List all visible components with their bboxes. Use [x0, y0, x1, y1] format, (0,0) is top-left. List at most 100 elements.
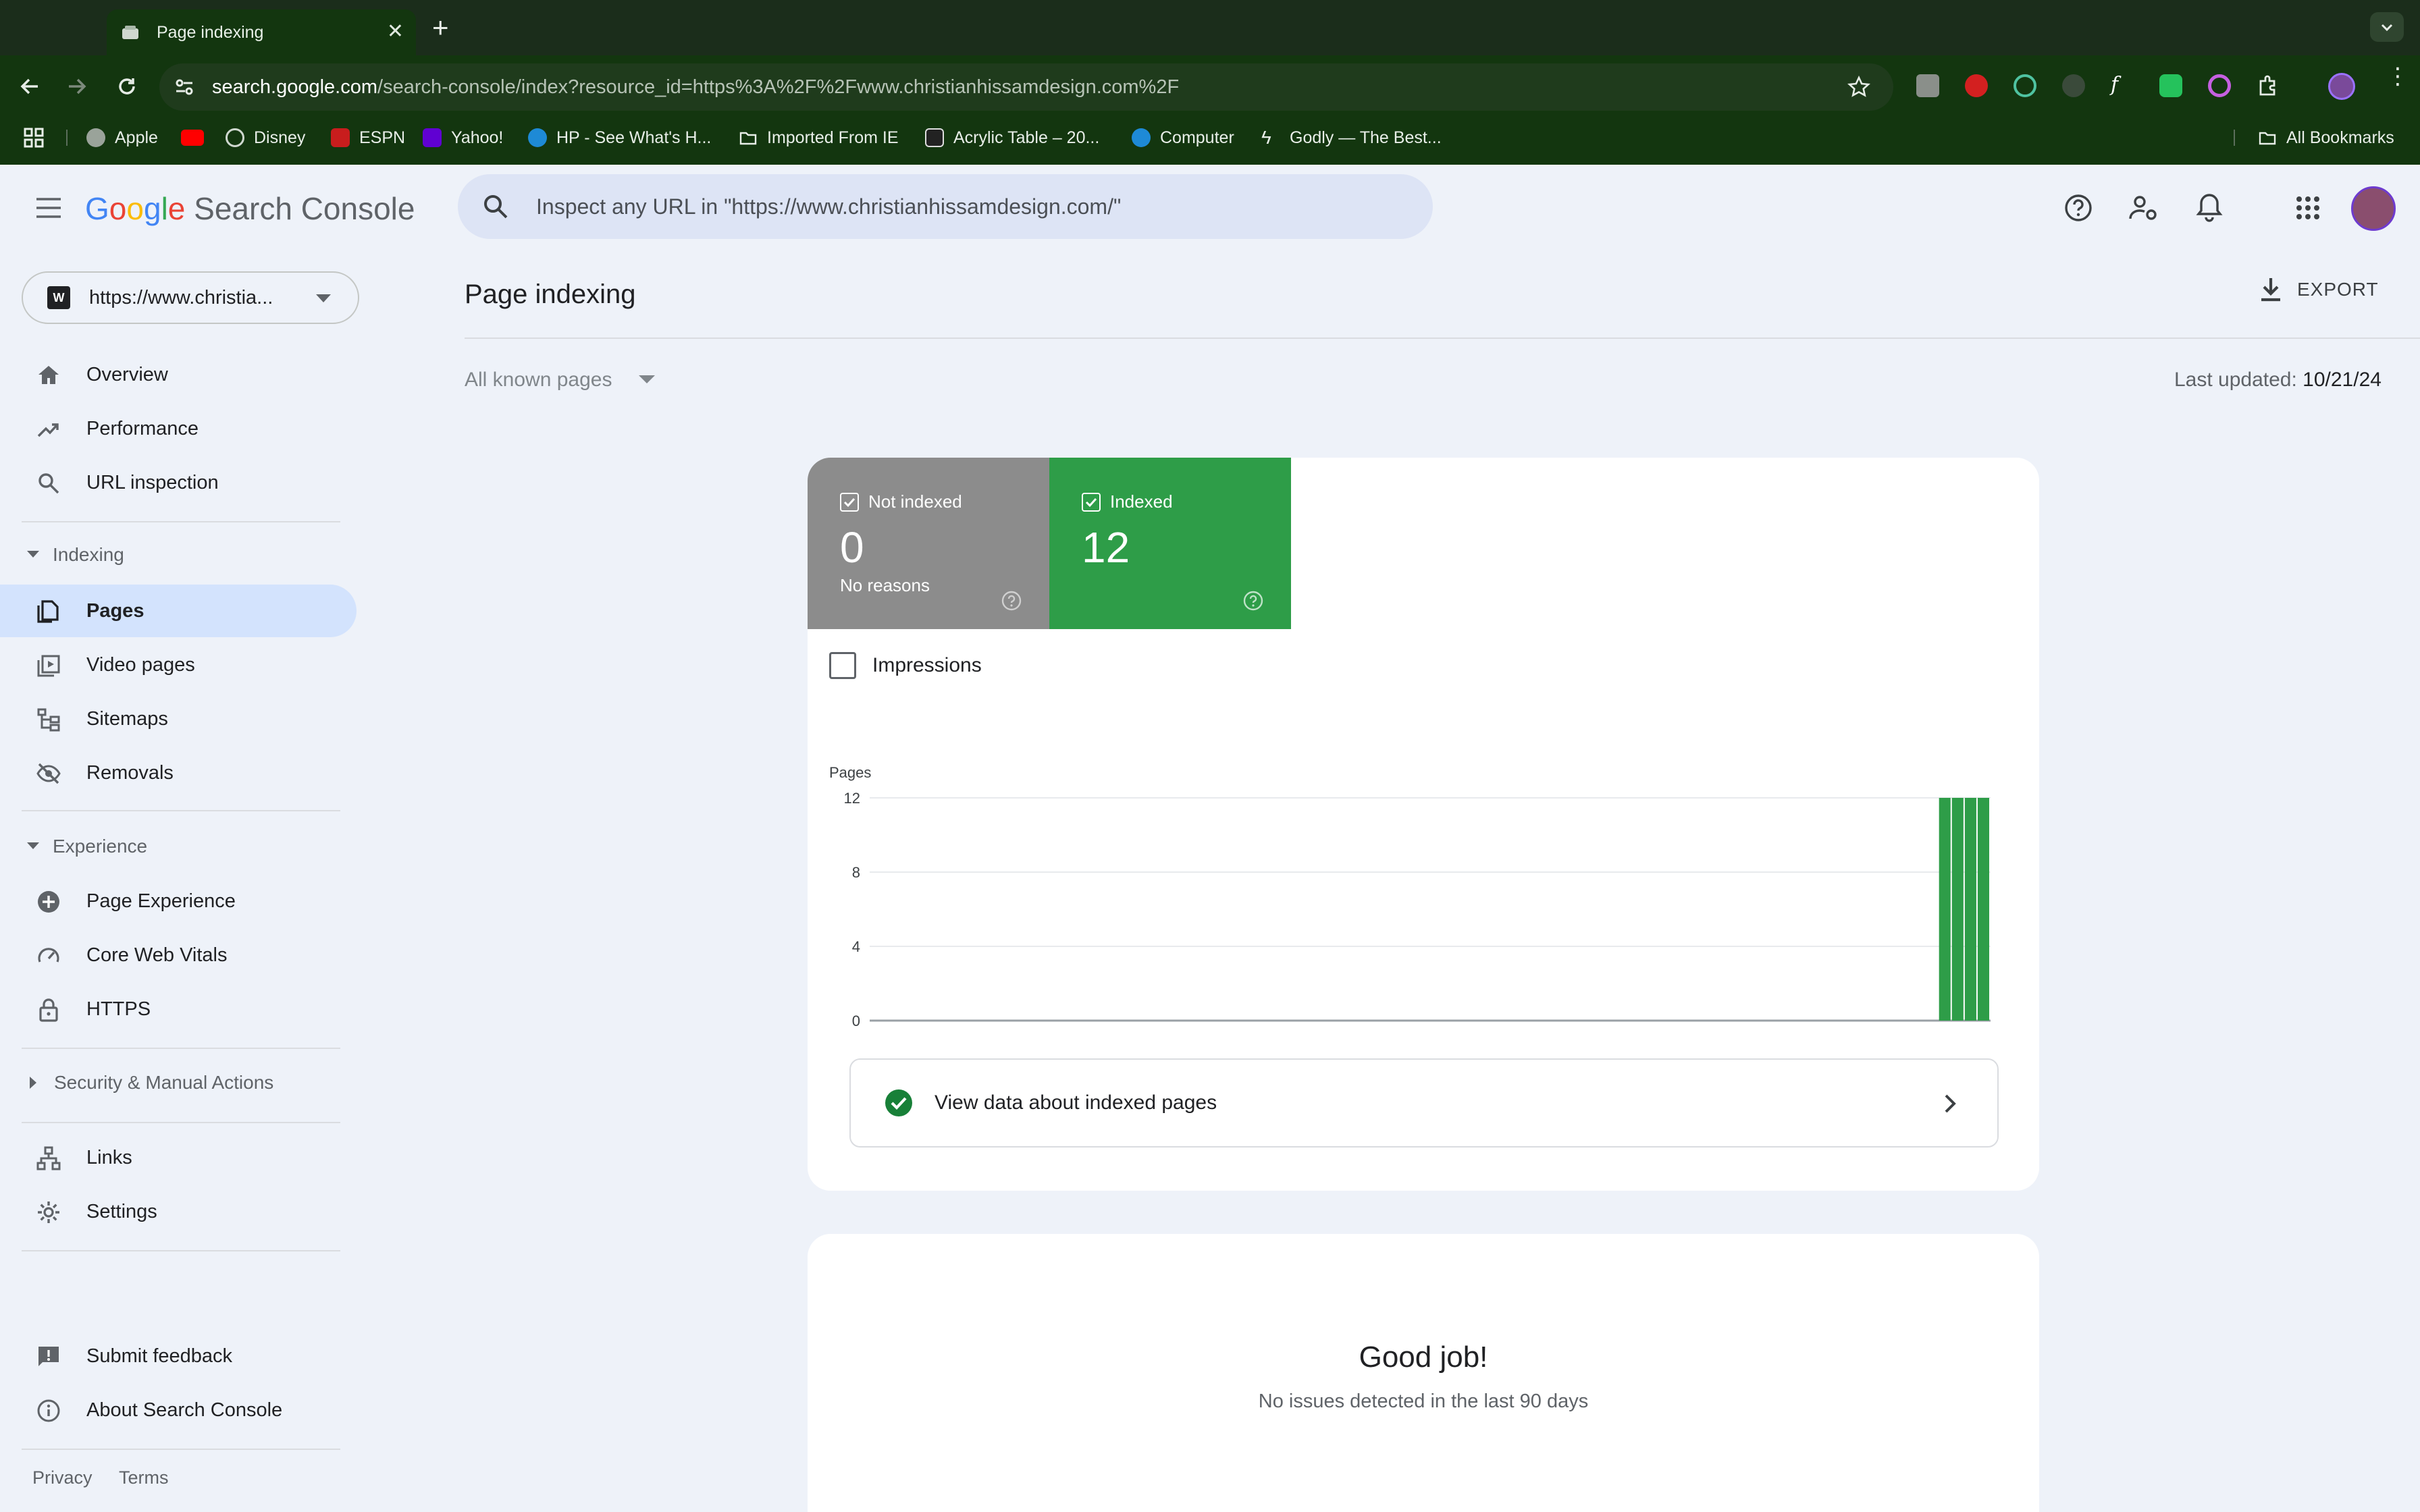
tab-search-button[interactable] [2370, 12, 2404, 42]
sidebar-item-url-inspection[interactable]: URL inspection [0, 456, 357, 509]
sidebar-section-indexing[interactable]: Indexing [27, 544, 124, 566]
chart-bar [1977, 798, 1989, 1021]
grammarly-icon[interactable] [2014, 74, 2036, 97]
search-placeholder: Inspect any URL in "https://www.christia… [536, 194, 1122, 219]
search-console-favicon-icon [122, 26, 138, 39]
bookmark-star-icon[interactable] [1847, 76, 1870, 99]
bolt-icon: ϟ [1261, 127, 1271, 148]
browser-tab[interactable]: Page indexing ✕ [107, 9, 416, 55]
extension-green-icon[interactable] [2159, 74, 2182, 97]
sidebar-item-video-pages[interactable]: Video pages [0, 639, 357, 691]
address-bar[interactable]: search.google.com/search-console/index?r… [159, 63, 1893, 111]
caret-down-icon [27, 551, 39, 558]
extension-k-icon[interactable] [1916, 74, 1939, 97]
sidebar-item-settings[interactable]: Settings [0, 1185, 357, 1238]
plus-circle-icon [38, 891, 59, 913]
sidebar-item-about[interactable]: About Search Console [0, 1384, 357, 1436]
good-job-title: Good job! [1359, 1341, 1488, 1374]
color-picker-icon[interactable] [2208, 74, 2231, 97]
extensions-puzzle-icon[interactable] [2257, 73, 2281, 97]
youtube-icon [181, 130, 204, 146]
not-indexed-count: 0 [840, 523, 864, 572]
sidebar-item-sitemaps[interactable]: Sitemaps [0, 693, 357, 745]
help-icon[interactable] [1242, 590, 1264, 612]
sidebar-item-submit-feedback[interactable]: Submit feedback [0, 1330, 357, 1382]
extension-stop-icon[interactable] [1965, 74, 1988, 97]
not-indexed-tile[interactable]: Not indexed 0 No reasons [808, 458, 1049, 629]
sidebar-item-links[interactable]: Links [0, 1131, 357, 1184]
last-updated-date: 10/21/24 [2303, 369, 2382, 391]
chart-bar [1964, 798, 1976, 1021]
download-icon [2261, 278, 2280, 302]
privacy-link[interactable]: Privacy [32, 1467, 93, 1488]
impressions-toggle[interactable]: Impressions [829, 652, 982, 679]
bookmark-disney[interactable]: Disney [226, 111, 305, 165]
caret-right-icon [30, 1077, 36, 1089]
bookmark-apple[interactable]: Apple [86, 111, 158, 165]
help-icon[interactable] [2063, 193, 2093, 223]
sidebar-item-page-experience[interactable]: Page Experience [0, 875, 357, 927]
bookmark-yahoo[interactable]: Yahoo! [423, 111, 503, 165]
tab-title: Page indexing [157, 22, 264, 42]
sidebar-item-https[interactable]: HTTPS [0, 983, 357, 1035]
account-avatar[interactable] [2351, 186, 2396, 231]
no-issues-text: No issues detected in the last 90 days [1258, 1390, 1589, 1412]
bookmark-computer[interactable]: Computer [1132, 111, 1234, 165]
checkbox-checked-icon[interactable] [1082, 492, 1101, 512]
sidebar-item-core-web-vitals[interactable]: Core Web Vitals [0, 929, 357, 981]
header-divider [465, 338, 2420, 339]
checkbox-unchecked-icon[interactable] [829, 652, 856, 679]
chevron-right-icon [1945, 1094, 1956, 1113]
sidebar-section-experience[interactable]: Experience [27, 836, 147, 857]
menu-icon[interactable] [35, 197, 62, 219]
bookmark-hp[interactable]: HP - See What's H... [528, 111, 711, 165]
checkbox-checked-icon[interactable] [840, 492, 859, 512]
url-inspect-search[interactable]: Inspect any URL in "https://www.christia… [458, 174, 1433, 239]
app-logo[interactable]: Google Search Console [85, 190, 415, 227]
pages-icon [37, 600, 59, 623]
bookmark-youtube[interactable] [181, 111, 213, 165]
bookmark-godly[interactable]: ϟ Godly — The Best... [1261, 111, 1442, 165]
bookmarks-bar: Apple Disney ESPN Yahoo! HP - See What's… [0, 111, 2420, 165]
apps-grid-icon[interactable] [23, 127, 45, 148]
indexed-tile[interactable]: Indexed 12 [1049, 458, 1291, 629]
all-bookmarks[interactable]: All Bookmarks [2258, 111, 2394, 165]
sidebar-item-removals[interactable]: Removals [0, 747, 357, 799]
user-settings-icon[interactable] [2128, 193, 2159, 223]
y-tick-label: 8 [852, 864, 860, 881]
bookmark-espn[interactable]: ESPN [331, 111, 405, 165]
forward-arrow-icon[interactable] [65, 74, 89, 99]
url-domain: search.google.com [212, 76, 378, 98]
profile-avatar-icon[interactable] [2328, 73, 2355, 100]
extension-dark-icon[interactable] [2062, 74, 2085, 97]
property-selector[interactable]: W https://www.christia... [22, 271, 359, 324]
pages-filter-dropdown[interactable]: All known pages [465, 369, 656, 392]
bookmark-folder-imported[interactable]: Imported From IE [739, 111, 899, 165]
caret-down-icon [639, 375, 656, 383]
new-tab-button[interactable]: + [432, 9, 449, 46]
notifications-bell-icon[interactable] [2196, 192, 2223, 223]
sidebar-item-performance[interactable]: Performance [0, 402, 357, 455]
reload-icon[interactable] [115, 74, 139, 99]
bookmark-acrylic-table[interactable]: Acrylic Table – 20... [925, 111, 1099, 165]
view-indexed-pages-row[interactable]: View data about indexed pages [849, 1058, 1999, 1148]
close-tab-icon[interactable]: ✕ [387, 22, 404, 42]
search-icon [38, 473, 59, 494]
terms-link[interactable]: Terms [119, 1467, 169, 1488]
google-apps-icon[interactable] [2296, 196, 2320, 220]
links-icon [36, 1146, 61, 1170]
help-icon[interactable] [1001, 590, 1022, 612]
browser-menu-icon[interactable]: ⋮ [2386, 65, 2409, 88]
site-settings-icon[interactable] [173, 76, 196, 99]
back-arrow-icon[interactable] [18, 74, 42, 99]
y-tick-label: 0 [852, 1013, 860, 1029]
indexing-chart: Pages048127/27/248/7/248/18/248/29/249/9… [829, 764, 1991, 1029]
info-icon [37, 1399, 60, 1422]
export-button[interactable]: EXPORT [2259, 277, 2379, 302]
sidebar-section-security[interactable]: Security & Manual Actions [27, 1072, 273, 1094]
espn-icon [331, 128, 350, 147]
chart-bar [1939, 798, 1951, 1021]
sidebar-item-pages[interactable]: Pages [0, 585, 357, 637]
sidebar-item-overview[interactable]: Overview [0, 348, 357, 401]
fonts-extension-icon[interactable]: f [2111, 73, 2134, 99]
